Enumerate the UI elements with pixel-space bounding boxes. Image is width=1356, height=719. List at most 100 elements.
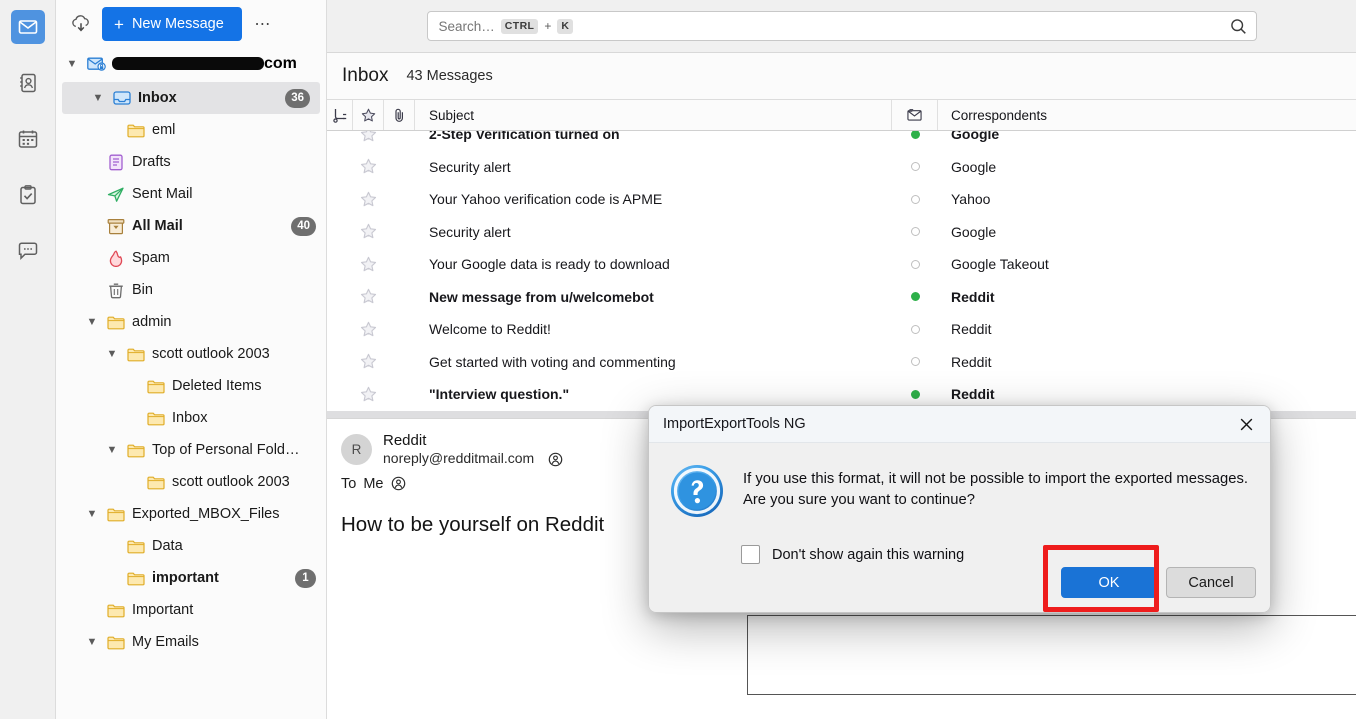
unread-status-icon bbox=[907, 109, 922, 121]
chevron-down-icon[interactable]: ▼ bbox=[84, 316, 100, 328]
folder-pane: + New Message ⋯ ▼ com ▼Inbox36▼eml▼Draft… bbox=[56, 0, 327, 719]
contact-icon[interactable] bbox=[548, 452, 563, 467]
search-input[interactable]: Search… CTRL + K bbox=[426, 11, 1257, 41]
table-row[interactable]: Security alert Google bbox=[327, 216, 1356, 249]
folder-label: Top of Personal Fold… bbox=[152, 442, 300, 458]
folder-pane-more-button[interactable]: ⋯ bbox=[250, 11, 276, 37]
row-star-icon[interactable] bbox=[353, 158, 384, 175]
row-star-icon[interactable] bbox=[353, 223, 384, 240]
folder-item-deleted-items[interactable]: ▼Deleted Items bbox=[56, 370, 326, 402]
folder-icon bbox=[106, 315, 126, 330]
chevron-down-icon[interactable]: ▼ bbox=[104, 444, 120, 456]
ok-button[interactable]: OK bbox=[1061, 567, 1157, 598]
column-unread-status[interactable] bbox=[892, 100, 938, 130]
chevron-down-icon[interactable]: ▼ bbox=[90, 92, 106, 104]
row-subject: Security alert bbox=[429, 223, 511, 240]
row-unread-status[interactable] bbox=[892, 227, 938, 237]
recipient-contact-icon[interactable] bbox=[391, 476, 406, 491]
folder-item-data[interactable]: ▼Data bbox=[56, 530, 326, 562]
folder-item-sent-mail[interactable]: ▼Sent Mail bbox=[56, 178, 326, 210]
row-unread-status[interactable] bbox=[892, 389, 938, 399]
row-star-icon[interactable] bbox=[353, 131, 384, 143]
chat-icon bbox=[18, 242, 37, 261]
row-star-icon[interactable] bbox=[353, 321, 384, 338]
kbd-ctrl: CTRL bbox=[500, 18, 539, 34]
folder-item-inbox[interactable]: ▼ Inbox 36 bbox=[62, 82, 320, 114]
rail-item-calendar[interactable] bbox=[11, 122, 45, 156]
account-row[interactable]: ▼ com bbox=[56, 48, 326, 80]
folder-item-bin[interactable]: ▼Bin bbox=[56, 274, 326, 306]
rail-item-tasks[interactable] bbox=[11, 178, 45, 212]
folder-item-top-of-personal-fold[interactable]: ▼ Top of Personal Fold… bbox=[56, 434, 326, 466]
row-unread-status[interactable] bbox=[892, 259, 938, 269]
folder-item-all-mail[interactable]: ▼All Mail40 bbox=[56, 210, 326, 242]
row-unread-status[interactable] bbox=[892, 292, 938, 302]
table-row[interactable]: Security alert Google bbox=[327, 151, 1356, 184]
column-correspondents[interactable]: Correspondents bbox=[938, 100, 1356, 130]
folder-icon bbox=[126, 571, 146, 586]
folder-label: Bin bbox=[132, 282, 153, 298]
folder-item-eml[interactable]: ▼eml bbox=[56, 114, 326, 146]
spam-icon bbox=[106, 249, 126, 267]
row-subject: Your Google data is ready to download bbox=[429, 256, 670, 273]
row-unread-status[interactable] bbox=[892, 194, 938, 204]
row-unread-status[interactable] bbox=[892, 131, 938, 139]
column-attachment[interactable] bbox=[384, 100, 415, 130]
row-star-icon[interactable] bbox=[353, 386, 384, 403]
column-thread[interactable] bbox=[327, 100, 353, 130]
row-unread-status[interactable] bbox=[892, 357, 938, 367]
table-row[interactable]: 2-Step Verification turned on Google bbox=[327, 131, 1356, 151]
table-row[interactable]: New message from u/welcomebot Reddit bbox=[327, 281, 1356, 314]
table-row[interactable]: Get started with voting and commenting Re… bbox=[327, 346, 1356, 379]
rail-item-chat[interactable] bbox=[11, 234, 45, 268]
folder-item-important[interactable]: ▼Important bbox=[56, 594, 326, 626]
row-subject: Get started with voting and commenting bbox=[429, 353, 676, 370]
column-star[interactable] bbox=[353, 100, 384, 130]
cancel-button[interactable]: Cancel bbox=[1166, 567, 1256, 598]
row-subject: "Interview question." bbox=[429, 386, 570, 403]
folder-item-my-emails[interactable]: ▼ My Emails bbox=[56, 626, 326, 658]
folder-item-spam[interactable]: ▼Spam bbox=[56, 242, 326, 274]
chevron-down-icon[interactable]: ▼ bbox=[64, 58, 80, 70]
column-subject[interactable]: Subject bbox=[415, 100, 892, 130]
row-star-icon[interactable] bbox=[353, 353, 384, 370]
folder-label: Data bbox=[152, 538, 183, 554]
table-row[interactable]: Your Google data is ready to download Goo… bbox=[327, 248, 1356, 281]
row-unread-status[interactable] bbox=[892, 162, 938, 172]
to-label: To bbox=[341, 475, 357, 492]
search-icon[interactable] bbox=[1230, 18, 1247, 35]
question-icon bbox=[669, 463, 725, 524]
folder-icon bbox=[106, 507, 126, 522]
cloud-download-icon[interactable] bbox=[68, 11, 94, 37]
row-star-icon[interactable] bbox=[353, 288, 384, 305]
row-correspondent: Yahoo bbox=[951, 191, 991, 208]
folder-item-admin[interactable]: ▼ admin bbox=[56, 306, 326, 338]
unread-badge: 40 bbox=[291, 216, 316, 236]
message-list[interactable]: 2-Step Verification turned on Google Secur… bbox=[327, 131, 1356, 418]
folder-item-exported-mbox-files[interactable]: ▼ Exported_MBOX_Files bbox=[56, 498, 326, 530]
dont-show-again-checkbox[interactable] bbox=[741, 545, 760, 564]
row-star-icon[interactable] bbox=[353, 256, 384, 273]
rail-item-mail[interactable] bbox=[10, 10, 45, 44]
folder-icon bbox=[126, 347, 146, 362]
folder-item-scott-outlook-2003[interactable]: ▼scott outlook 2003 bbox=[56, 466, 326, 498]
dialog-checkbox-row[interactable]: Don't show again this warning bbox=[741, 545, 1270, 564]
chevron-down-icon[interactable]: ▼ bbox=[104, 348, 120, 360]
new-message-button[interactable]: + New Message bbox=[102, 7, 242, 41]
row-unread-status[interactable] bbox=[892, 324, 938, 334]
folder-item-drafts[interactable]: ▼Drafts bbox=[56, 146, 326, 178]
chevron-down-icon[interactable]: ▼ bbox=[84, 636, 100, 648]
folder-label: All Mail bbox=[132, 218, 183, 234]
row-subject: Your Yahoo verification code is APME bbox=[429, 191, 663, 208]
table-row[interactable]: Welcome to Reddit! Reddit bbox=[327, 313, 1356, 346]
folder-item-scott-outlook-2003[interactable]: ▼scott outlook 2003 bbox=[56, 338, 326, 370]
folder-item-important[interactable]: ▼important1 bbox=[56, 562, 326, 594]
folder-label: Inbox bbox=[172, 410, 208, 426]
chevron-down-icon[interactable]: ▼ bbox=[84, 508, 100, 520]
folder-tree: ▼Inbox36▼eml▼Drafts▼Sent Mail ▼ All Mail 40… bbox=[56, 80, 326, 658]
close-icon[interactable] bbox=[1230, 410, 1262, 438]
row-star-icon[interactable] bbox=[353, 191, 384, 208]
table-row[interactable]: Your Yahoo verification code is APME Yaho… bbox=[327, 183, 1356, 216]
rail-item-address-book[interactable] bbox=[11, 66, 45, 100]
folder-item-inbox[interactable]: ▼Inbox bbox=[56, 402, 326, 434]
